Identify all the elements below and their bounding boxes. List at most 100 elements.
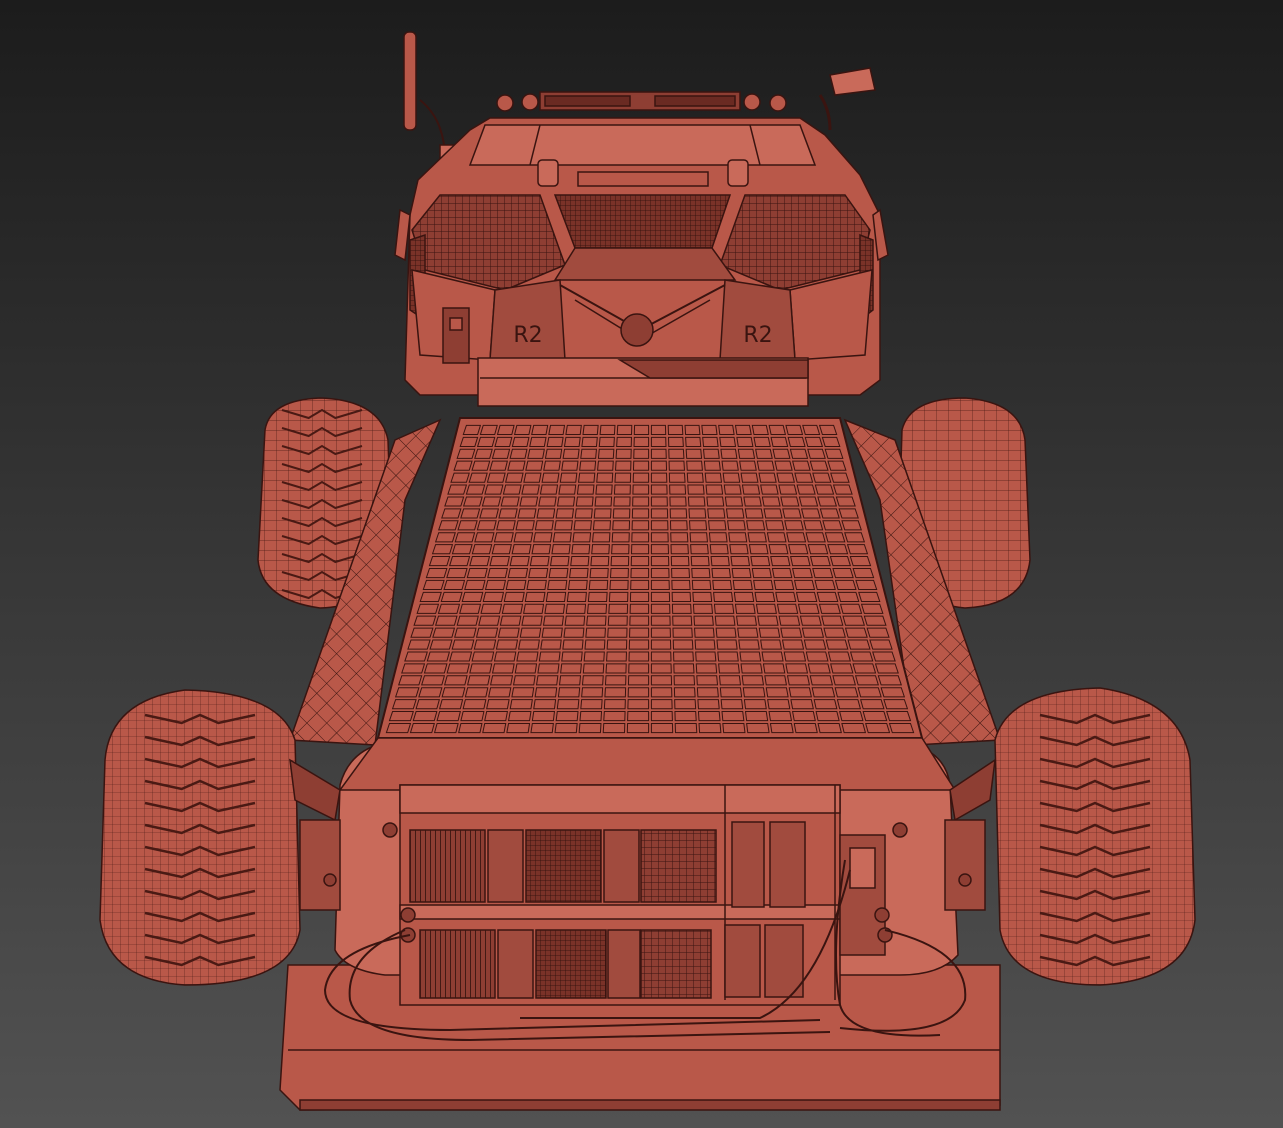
- solar-cell: [561, 460, 579, 471]
- solar-cell: [827, 544, 849, 555]
- solar-cell: [534, 520, 554, 531]
- solar-cell: [839, 603, 863, 614]
- solar-cell: [650, 544, 670, 555]
- solar-cell: [650, 603, 671, 614]
- solar-cell: [834, 687, 859, 698]
- solar-cell: [586, 615, 607, 626]
- solar-cell: [863, 615, 887, 626]
- solar-cell: [849, 556, 872, 567]
- solar-cell: [674, 711, 697, 722]
- solar-cell: [528, 567, 549, 579]
- solar-cell: [880, 687, 906, 698]
- solar-cell: [436, 711, 461, 722]
- solar-cell: [673, 651, 694, 662]
- solar-cell: [526, 579, 547, 591]
- solar-cell: [555, 508, 575, 519]
- solar-cell: [422, 579, 445, 591]
- solar-cell: [573, 520, 592, 531]
- solar-cell: [849, 651, 874, 662]
- solar-cell: [874, 663, 899, 674]
- solar-cell: [690, 556, 710, 567]
- solar-cell: [539, 484, 559, 495]
- solar-cell: [785, 663, 809, 674]
- solar-cell: [611, 544, 630, 555]
- solar-cell: [728, 532, 748, 543]
- solar-cell: [630, 544, 650, 555]
- solar-cell: [434, 615, 458, 626]
- solar-cell: [603, 711, 626, 722]
- solar-cell: [807, 544, 829, 555]
- solar-cell: [854, 675, 879, 686]
- solar-cell: [721, 460, 739, 471]
- solar-cell: [585, 627, 606, 638]
- cab-right-label: R2: [743, 323, 772, 348]
- solar-cell: [762, 663, 786, 674]
- solar-cell: [673, 663, 695, 674]
- solar-cell: [803, 520, 824, 531]
- solar-cell: [525, 460, 544, 471]
- solar-cell: [541, 627, 563, 638]
- solar-cell: [674, 699, 697, 710]
- solar-cell: [484, 484, 504, 495]
- solar-cell: [773, 579, 795, 591]
- solar-cell: [835, 496, 856, 507]
- solar-cell: [480, 603, 503, 614]
- solar-cell: [535, 675, 559, 686]
- solar-cell: [713, 603, 735, 614]
- solar-cell: [391, 699, 417, 710]
- solar-cell: [778, 484, 798, 495]
- solar-cell: [443, 675, 468, 686]
- solar-cell: [506, 722, 531, 734]
- solar-cell: [817, 722, 842, 734]
- solar-cell: [747, 532, 767, 543]
- solar-cell: [438, 699, 464, 710]
- solar-cell: [627, 675, 650, 686]
- solar-cell: [607, 627, 628, 638]
- solar-cell: [650, 496, 668, 507]
- solar-cell: [415, 699, 440, 710]
- solar-cell: [821, 615, 844, 626]
- solar-cell: [464, 579, 486, 591]
- solar-cell: [593, 508, 612, 519]
- solar-cell: [650, 520, 669, 531]
- solar-cell: [786, 675, 811, 686]
- solar-cell: [531, 711, 556, 722]
- solar-cell: [877, 675, 902, 686]
- solar-cell: [410, 627, 434, 638]
- solar-cell: [595, 484, 613, 495]
- solar-cell: [479, 424, 498, 436]
- solar-cell: [783, 651, 807, 662]
- solar-cell: [558, 484, 577, 495]
- solar-cell: [632, 472, 650, 483]
- solar-cell: [458, 722, 483, 734]
- solar-cell: [597, 448, 615, 459]
- solar-cell: [499, 615, 522, 626]
- solar-cell: [433, 722, 459, 734]
- solar-cell: [650, 639, 672, 650]
- solar-cell: [482, 591, 505, 602]
- front-bumper-assembly: [279, 737, 1001, 1111]
- solar-cell: [632, 484, 650, 495]
- solar-cell: [597, 460, 614, 471]
- solar-cell: [596, 472, 614, 483]
- solar-cell: [443, 579, 466, 591]
- solar-cell: [511, 687, 535, 698]
- solar-cell: [668, 460, 686, 471]
- solar-cell: [491, 544, 512, 555]
- solar-cell: [556, 699, 580, 710]
- solar-cell: [482, 722, 507, 734]
- solar-cell: [718, 675, 742, 686]
- 3d-viewport[interactable]: R2 R2: [0, 0, 1283, 1128]
- solar-cell: [805, 651, 829, 662]
- solar-cell: [690, 544, 709, 555]
- solar-cell: [629, 615, 650, 626]
- solar-cell: [650, 484, 668, 495]
- solar-cell: [446, 567, 468, 579]
- solar-cell: [689, 532, 708, 543]
- solar-cell: [630, 556, 650, 567]
- solar-cell: [883, 699, 909, 710]
- solar-cell: [888, 722, 915, 734]
- solar-cell: [650, 722, 674, 734]
- solar-cell: [555, 711, 579, 722]
- solar-cell: [579, 711, 603, 722]
